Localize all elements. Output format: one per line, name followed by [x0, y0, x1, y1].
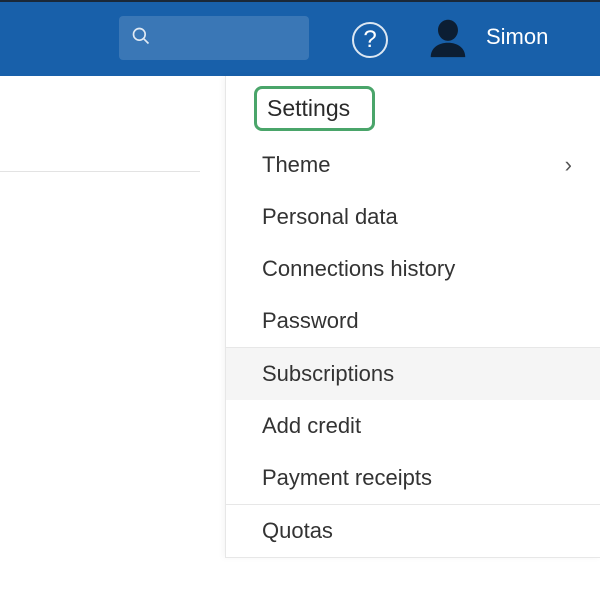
menu-item-connections-history[interactable]: Connections history: [226, 243, 600, 295]
avatar-icon: [425, 15, 471, 66]
menu-item-settings[interactable]: Settings: [226, 76, 600, 139]
menu-item-password[interactable]: Password: [226, 295, 600, 347]
menu-item-label: Password: [262, 308, 359, 334]
username-label[interactable]: Simon: [486, 24, 548, 50]
content-row: [0, 76, 200, 172]
menu-section-account: Settings Theme › Personal data Connectio…: [226, 76, 600, 348]
menu-item-label: Subscriptions: [262, 361, 394, 387]
help-button[interactable]: ?: [352, 22, 388, 58]
search-icon: [131, 26, 151, 51]
menu-item-label: Payment receipts: [262, 465, 432, 491]
user-dropdown-menu: Settings Theme › Personal data Connectio…: [225, 76, 600, 558]
menu-item-personal-data[interactable]: Personal data: [226, 191, 600, 243]
menu-item-label: Personal data: [262, 204, 398, 230]
menu-item-label: Quotas: [262, 518, 333, 544]
menu-item-payment-receipts[interactable]: Payment receipts: [226, 452, 600, 504]
menu-item-subscriptions[interactable]: Subscriptions: [226, 348, 600, 400]
menu-item-quotas[interactable]: Quotas: [226, 505, 600, 557]
app-header: ? Simon: [0, 2, 600, 76]
settings-highlight-box: Settings: [254, 86, 375, 131]
menu-item-add-credit[interactable]: Add credit: [226, 400, 600, 452]
menu-item-label: Add credit: [262, 413, 361, 439]
chevron-right-icon: ›: [565, 152, 572, 178]
user-avatar[interactable]: [424, 16, 472, 64]
menu-item-theme[interactable]: Theme ›: [226, 139, 600, 191]
menu-section-billing: Subscriptions Add credit Payment receipt…: [226, 348, 600, 505]
search-input[interactable]: [119, 16, 309, 60]
menu-section-quotas: Quotas: [226, 505, 600, 558]
menu-item-label: Connections history: [262, 256, 455, 282]
menu-item-label: Theme: [262, 152, 330, 178]
help-icon: ?: [363, 26, 376, 54]
